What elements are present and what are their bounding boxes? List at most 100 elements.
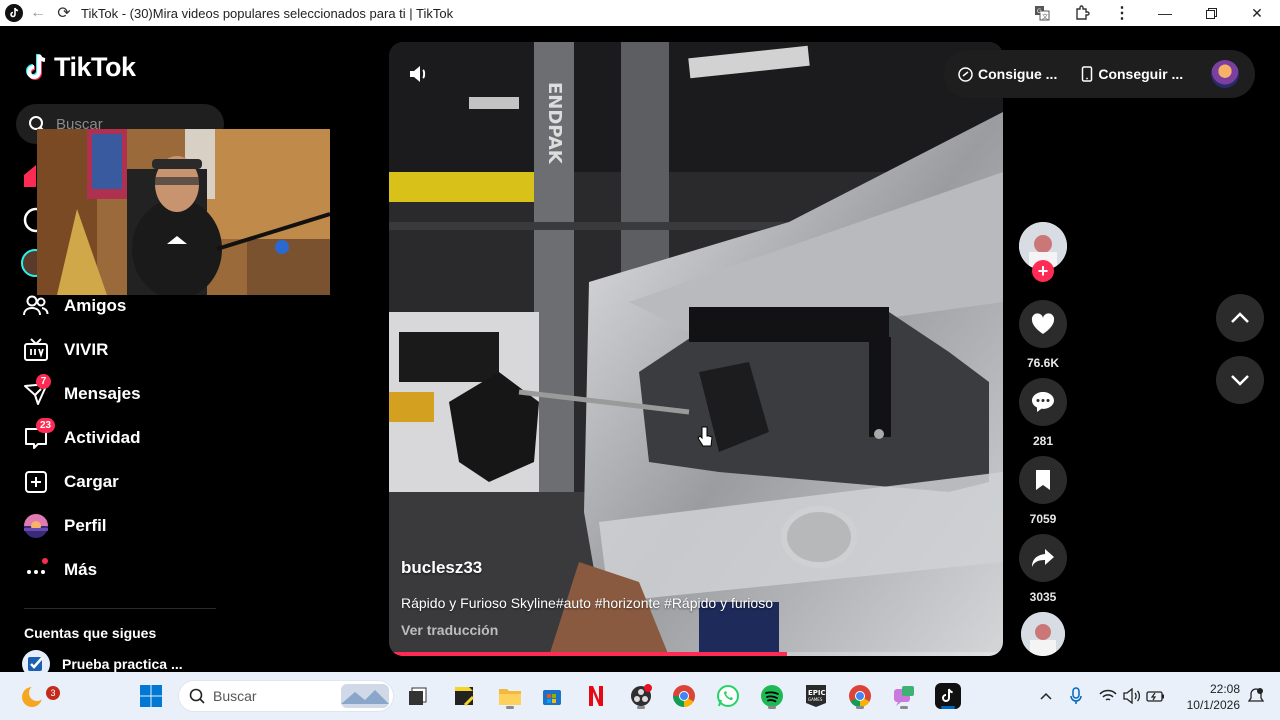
obs-icon: [631, 684, 652, 706]
user-avatar[interactable]: [1211, 60, 1239, 88]
chrome-icon: [673, 685, 695, 707]
restore-button[interactable]: [1188, 0, 1234, 26]
following-heading: Cuentas que sigues: [24, 625, 157, 641]
bookmark-icon: [1036, 470, 1050, 490]
video-player[interactable]: ENDPAK buclesz33 Rápido y Furioso Skylin…: [389, 42, 1003, 656]
sidebar-item-label: Perfil: [64, 516, 107, 535]
sound-disc[interactable]: [1018, 612, 1068, 656]
get-coins-button[interactable]: Consigue ...: [958, 66, 1057, 82]
store-icon: [543, 690, 561, 705]
chrome-app[interactable]: [668, 680, 700, 712]
next-video-button[interactable]: [1216, 356, 1264, 404]
wifi-icon: [1099, 689, 1117, 701]
netflix-app[interactable]: [580, 680, 612, 712]
get-app-button[interactable]: Conseguir ...: [1081, 66, 1183, 82]
sticky-notes-icon: [455, 687, 475, 707]
sidebar-item-upload[interactable]: Cargar: [22, 464, 222, 500]
video-progress-bar[interactable]: [389, 652, 1003, 656]
weather-badge: 3: [46, 686, 60, 700]
back-arrow-icon[interactable]: ←: [25, 2, 51, 24]
sidebar-item-label: Más: [64, 560, 98, 579]
speaker-icon: [1123, 688, 1141, 704]
following-account-item[interactable]: Prueba practica ...: [22, 650, 183, 672]
chat-app-icon: [894, 686, 914, 706]
account-name: Prueba practica ...: [62, 656, 183, 672]
upload-icon: [22, 468, 50, 496]
video-author[interactable]: buclesz33: [401, 558, 482, 578]
video-caption: Rápido y Furioso Skyline#auto #horizonte…: [401, 595, 773, 611]
sidebar-item-activity[interactable]: 23 Actividad: [22, 418, 222, 456]
sidebar-item-friends[interactable]: Amigos: [22, 288, 222, 324]
file-explorer-app[interactable]: [494, 680, 526, 712]
minimize-button[interactable]: —: [1142, 0, 1188, 26]
more-notification-dot: [42, 558, 48, 564]
like-action[interactable]: 76.6K: [1018, 300, 1068, 370]
share-action[interactable]: 3035: [1018, 534, 1068, 604]
obs-app[interactable]: [625, 680, 657, 712]
comment-count: 281: [1032, 434, 1054, 448]
close-button[interactable]: ✕: [1234, 0, 1280, 26]
tiktok-taskbar-app[interactable]: [932, 680, 964, 712]
save-button[interactable]: [1019, 456, 1067, 504]
microphone-tray[interactable]: [1060, 680, 1092, 712]
svg-text:ENDPAK: ENDPAK: [544, 82, 565, 165]
svg-text:文: 文: [1042, 13, 1048, 21]
weather-widget[interactable]: 3: [16, 680, 60, 712]
chat-app[interactable]: [888, 680, 920, 712]
show-hidden-icons-button[interactable]: [1030, 680, 1062, 712]
reload-icon[interactable]: ⟳: [51, 2, 77, 24]
sidebar-item-label: VIVIR: [64, 340, 109, 359]
epic-games-app[interactable]: EPIC GAMES: [800, 680, 832, 712]
see-translation-link[interactable]: Ver traducción: [401, 622, 498, 638]
taskbar-search[interactable]: Buscar: [178, 680, 394, 712]
task-view-button[interactable]: [402, 680, 434, 712]
browser-titlebar: ← ⟳ TikTok - (30)Mira videos populares s…: [0, 0, 1280, 26]
chevron-up-icon: [1040, 692, 1052, 700]
more-icon: [22, 556, 50, 584]
webcam-feed-image: [37, 129, 330, 295]
get-app-label: Conseguir ...: [1098, 66, 1184, 82]
volume-icon[interactable]: [407, 62, 431, 86]
spotify-icon: [761, 685, 783, 707]
spotify-app[interactable]: [756, 680, 788, 712]
taskbar-search-placeholder: Buscar: [213, 688, 257, 704]
comment-button[interactable]: [1019, 378, 1067, 426]
tiktok-logo[interactable]: TikTok: [24, 52, 136, 83]
running-indicator: [506, 706, 514, 709]
music-disc-avatar[interactable]: [1021, 612, 1065, 656]
search-highlight-image: [341, 684, 389, 708]
sidebar-item-messages[interactable]: 7 Mensajes: [22, 374, 222, 412]
kebab-menu-icon[interactable]: ⋮: [1102, 0, 1142, 26]
sidebar-item-profile[interactable]: Perfil: [22, 508, 222, 544]
system-clock[interactable]: 22:08 10/1/2026: [1180, 681, 1240, 713]
sidebar-divider: [24, 608, 216, 609]
like-button[interactable]: [1019, 300, 1067, 348]
translate-icon[interactable]: G文: [1022, 0, 1062, 26]
sticky-notes-app[interactable]: [448, 680, 480, 712]
comment-action[interactable]: 281: [1018, 378, 1068, 448]
profile-avatar: [22, 512, 50, 540]
share-button[interactable]: [1019, 534, 1067, 582]
share-icon: [1032, 549, 1054, 567]
previous-video-button[interactable]: [1216, 294, 1264, 342]
clock-date: 10/1/2026: [1186, 698, 1240, 712]
sidebar-item-live[interactable]: VIVIR: [22, 332, 222, 368]
running-indicator: [637, 706, 645, 709]
microsoft-store-app[interactable]: [536, 680, 568, 712]
follow-plus-button[interactable]: +: [1032, 260, 1054, 282]
windows-taskbar: 3 Buscar EPIC GAMES 22:08 10/1/2026: [0, 672, 1280, 720]
svg-text:GAMES: GAMES: [808, 697, 823, 702]
save-action[interactable]: 7059: [1018, 456, 1068, 526]
messages-badge: 7: [36, 374, 51, 389]
battery-tray[interactable]: [1140, 680, 1172, 712]
running-indicator: [768, 706, 776, 709]
sidebar-item-more[interactable]: Más: [22, 552, 222, 588]
start-button[interactable]: [135, 680, 167, 712]
chrome-app-2[interactable]: [844, 680, 876, 712]
extensions-icon[interactable]: [1062, 0, 1102, 26]
notification-bell-icon: [1247, 688, 1265, 702]
svg-text:EPIC: EPIC: [808, 689, 826, 697]
whatsapp-app[interactable]: [712, 680, 744, 712]
live-icon: [22, 336, 50, 364]
notifications-button[interactable]: [1240, 680, 1272, 712]
